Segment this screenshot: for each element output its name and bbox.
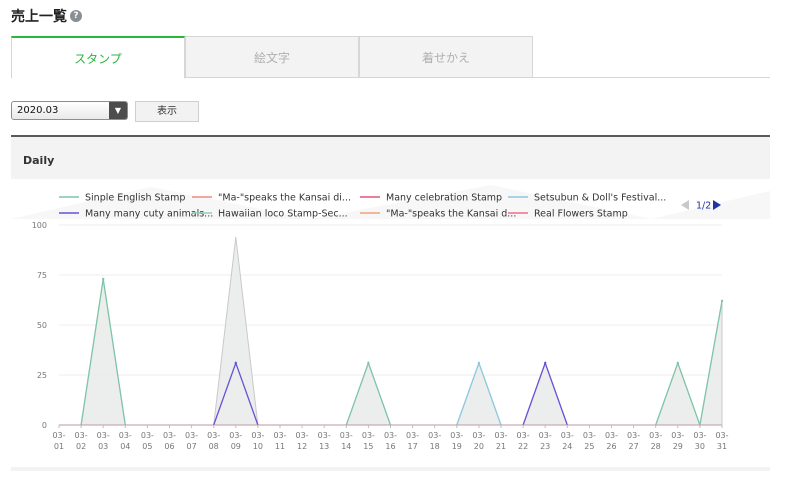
legend-label: Hawaiian loco Stamp-Sec...	[218, 209, 348, 220]
x-tick-label: 03-24	[561, 431, 574, 451]
x-tick-label: 03-21	[494, 431, 507, 451]
x-tick-label: 03-07	[185, 431, 198, 451]
total-area	[59, 236, 723, 427]
tab-emoji[interactable]: 絵文字	[185, 36, 359, 78]
x-tick-label: 03-29	[671, 431, 684, 451]
panel-title: Daily	[23, 154, 55, 167]
data-point[interactable]	[676, 361, 679, 365]
x-tick-label: 03-17	[406, 431, 419, 451]
y-tick-label: 0	[42, 421, 47, 430]
x-tick-label: 03-31	[715, 431, 728, 451]
legend-label: Real Flowers Stamp	[534, 209, 628, 220]
y-tick-label: 25	[37, 371, 47, 380]
x-tick-label: 03-19	[450, 431, 463, 451]
x-tick-label: 03-02	[75, 431, 88, 451]
legend-label: Many celebration Stamp	[386, 193, 502, 204]
x-tick-label: 03-05	[141, 431, 154, 451]
legend-label: "Ma-"speaks the Kansai d...	[386, 209, 516, 220]
tab-themes[interactable]: 着せかえ	[359, 36, 533, 78]
legend-item[interactable]: Many celebration Stamp	[360, 193, 502, 204]
legend-page-label: 1/2	[696, 201, 711, 212]
x-tick-label: 03-26	[605, 431, 618, 451]
triangle-left-icon[interactable]	[681, 200, 689, 210]
daily-panel: Daily Sinple English Stamp "Ma-"speaks th…	[11, 137, 770, 471]
x-tick-label: 03-08	[207, 431, 220, 451]
legend-label: Setsubun & Doll's Festival...	[534, 193, 666, 204]
x-tick-label: 03-11	[273, 431, 286, 451]
x-tick-label: 03-22	[517, 431, 530, 451]
x-tick-label: 03-09	[229, 431, 242, 451]
y-tick-label: 50	[37, 321, 47, 330]
x-tick-label: 03-10	[251, 431, 264, 451]
sales-page: 売上一覧 ? スタンプ 絵文字 着せかえ 2020.03 ▼ 表示 Daily …	[0, 0, 800, 486]
period-select[interactable]: 2020.03 ▼	[11, 101, 128, 120]
legend-label: "Ma-"speaks the Kansai di...	[218, 193, 351, 204]
x-tick-label: 03-03	[97, 431, 110, 451]
x-tick-label: 03-16	[384, 431, 397, 451]
dropdown-arrow-icon: ▼	[109, 102, 127, 119]
data-point[interactable]	[544, 361, 547, 365]
period-select-value: 2020.03	[17, 105, 59, 116]
help-circle-icon[interactable]: ?	[70, 10, 82, 22]
legend-label: Sinple English Stamp	[85, 193, 185, 204]
x-tick-label: 03-13	[318, 431, 331, 451]
x-tick-label: 03-01	[52, 431, 65, 451]
x-tick-label: 03-14	[340, 431, 353, 451]
data-point[interactable]	[720, 299, 724, 303]
data-point[interactable]	[234, 361, 237, 365]
page-title-text: 売上一覧	[11, 9, 67, 25]
daily-chart: Sinple English Stamp "Ma-"speaks the Kans…	[11, 185, 770, 451]
data-point[interactable]	[102, 277, 105, 281]
x-tick-label: 03-04	[119, 431, 132, 451]
x-tick-label: 03-06	[163, 431, 176, 451]
x-tick-label: 03-18	[428, 431, 441, 451]
legend-item[interactable]: Sinple English Stamp	[59, 193, 185, 204]
chart-container: Sinple English Stamp "Ma-"speaks the Kans…	[11, 179, 770, 467]
page-title: 売上一覧 ?	[11, 6, 82, 26]
x-tick-label: 03-12	[296, 431, 309, 451]
x-tick-label: 03-23	[539, 431, 552, 451]
y-tick-label: 100	[32, 221, 47, 230]
y-tick-label: 75	[37, 271, 47, 280]
x-tick-label: 03-25	[583, 431, 596, 451]
x-tick-label: 03-27	[627, 431, 640, 451]
category-tabs: スタンプ 絵文字 着せかえ	[11, 36, 770, 79]
show-button[interactable]: 表示	[135, 101, 199, 122]
tab-stamps[interactable]: スタンプ	[11, 36, 185, 79]
data-point[interactable]	[477, 361, 481, 365]
x-tick-label: 03-20	[472, 431, 485, 451]
x-tick-label: 03-28	[649, 431, 662, 451]
x-tick-label: 03-30	[693, 431, 706, 451]
legend-label: Many many cuty animals...	[85, 209, 213, 220]
x-tick-label: 03-15	[362, 431, 375, 451]
data-point[interactable]	[367, 361, 370, 365]
